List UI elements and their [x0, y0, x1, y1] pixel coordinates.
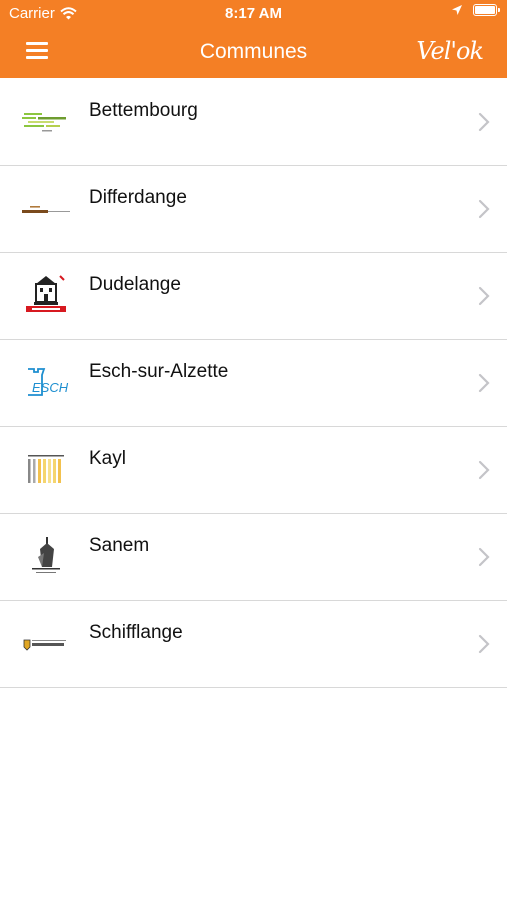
- svg-text:ESCH: ESCH: [32, 380, 69, 395]
- chevron-right-icon: [478, 112, 490, 132]
- velok-logo: Vel'ok: [416, 37, 484, 65]
- list-item-dudelange[interactable]: Dudelange: [0, 253, 507, 340]
- status-time: 8:17 AM: [225, 5, 282, 22]
- commune-name: Dudelange: [89, 274, 181, 295]
- esch-crest-icon: ESCH: [28, 368, 69, 396]
- list-item-schifflange[interactable]: Schifflange: [0, 601, 507, 688]
- commune-list: Bettembourg Differdange Dudelange ESCH E…: [0, 79, 507, 688]
- commune-name: Differdange: [89, 187, 187, 208]
- chevron-right-icon: [478, 547, 490, 567]
- schifflange-crest-icon: [23, 639, 66, 651]
- chevron-right-icon: [478, 373, 490, 393]
- chevron-right-icon: [478, 460, 490, 480]
- list-item-esch-sur-alzette[interactable]: ESCH Esch-sur-Alzette: [0, 340, 507, 427]
- sanem-crest-icon: [32, 537, 60, 573]
- nav-bar: Communes Vel'ok: [0, 28, 507, 78]
- list-item-bettembourg[interactable]: Bettembourg: [0, 79, 507, 166]
- status-right: [451, 4, 500, 16]
- chevron-right-icon: [478, 199, 490, 219]
- list-item-differdange[interactable]: Differdange: [0, 166, 507, 253]
- dudelange-crest-icon: [26, 275, 66, 312]
- list-item-sanem[interactable]: Sanem: [0, 514, 507, 601]
- kayl-crest-icon: [28, 455, 64, 483]
- list-item-kayl[interactable]: Kayl: [0, 427, 507, 514]
- commune-name: Kayl: [89, 448, 126, 469]
- location-arrow-icon: [452, 5, 462, 15]
- chevron-right-icon: [478, 634, 490, 654]
- status-bar: Carrier 8:17 AM: [0, 0, 507, 28]
- commune-name: Bettembourg: [89, 100, 198, 121]
- commune-name: Esch-sur-Alzette: [89, 361, 229, 382]
- chevron-right-icon: [478, 286, 490, 306]
- differdange-crest-icon: [22, 206, 70, 213]
- header: Carrier 8:17 AM Communes Vel'ok: [0, 0, 507, 78]
- bettembourg-crest-icon: [22, 113, 66, 132]
- commune-name: Schifflange: [89, 622, 183, 643]
- commune-name: Sanem: [89, 535, 150, 556]
- battery-icon: [473, 4, 500, 16]
